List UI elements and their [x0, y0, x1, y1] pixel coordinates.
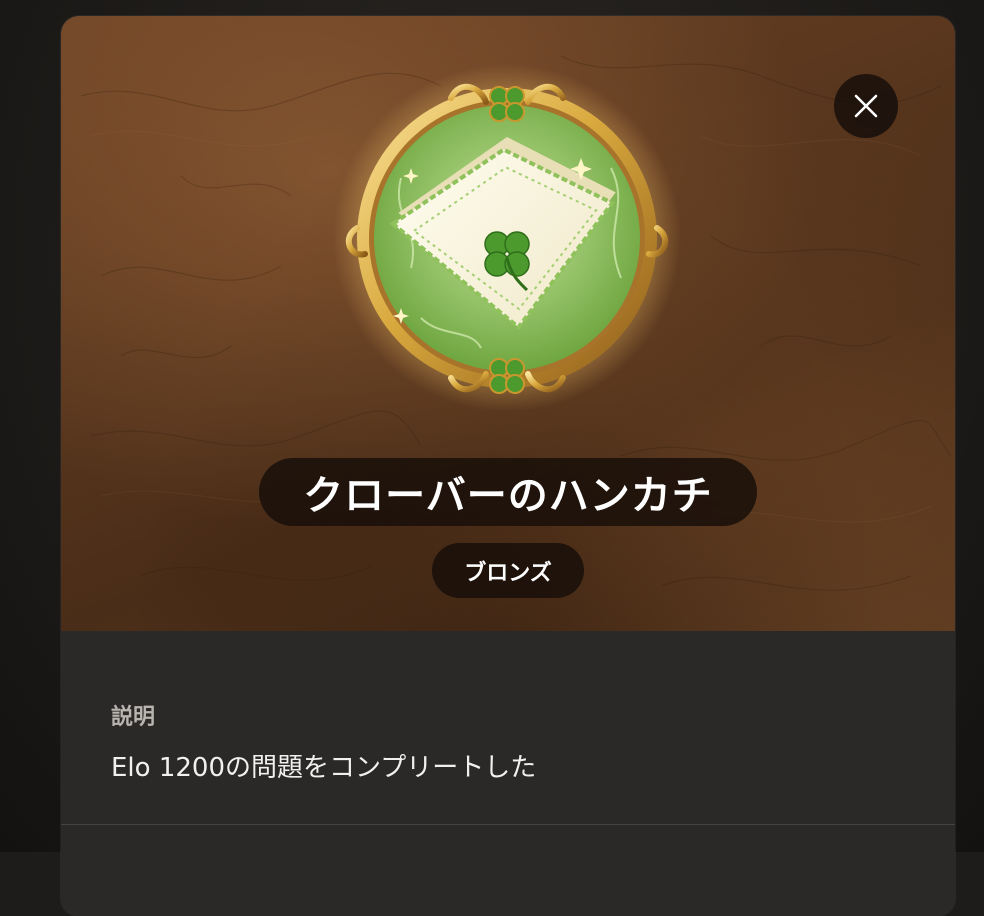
rank-badge: ブロンズ [432, 543, 584, 598]
achievement-hero: クローバーのハンカチ ブロンズ [61, 16, 955, 631]
description-section: 説明 Elo 1200の問題をコンプリートした [61, 631, 955, 824]
rank-label: ブロンズ [464, 560, 552, 586]
close-icon [854, 94, 878, 118]
description-heading: 説明 [111, 705, 156, 730]
achievement-modal: クローバーのハンカチ ブロンズ 説明 Elo 1200の問題をコンプリートした [61, 16, 955, 916]
description-text: Elo 1200の問題をコンプリートした [111, 753, 537, 783]
close-button[interactable] [834, 74, 898, 138]
achievement-title-pill: クローバーのハンカチ [259, 458, 757, 526]
clover-handkerchief-medal-icon [333, 64, 681, 410]
achievement-title: クローバーのハンカチ [303, 473, 713, 519]
section-divider [61, 824, 955, 825]
